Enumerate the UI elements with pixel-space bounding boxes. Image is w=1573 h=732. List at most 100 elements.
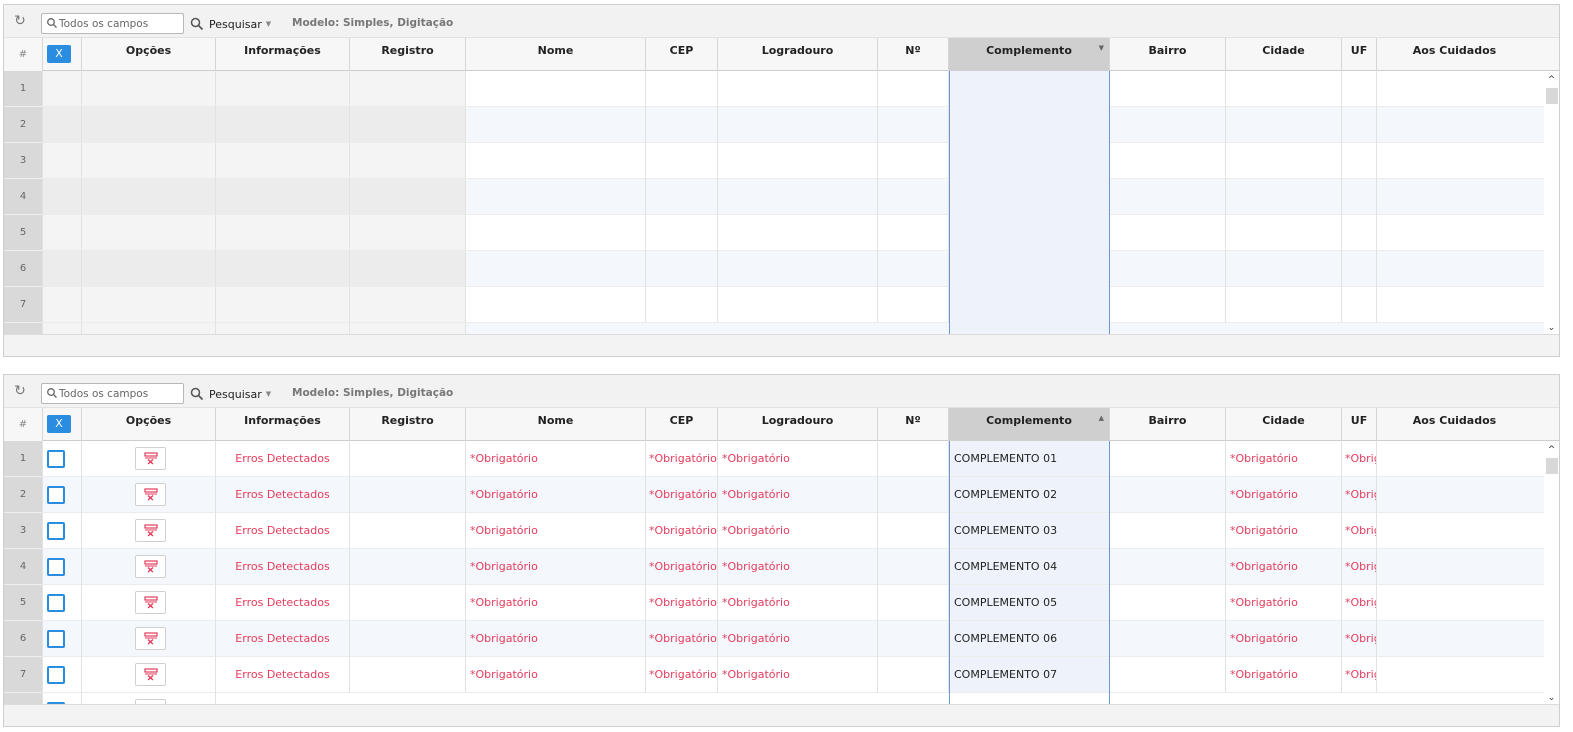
vertical-scrollbar[interactable]: ^ ⌄	[1544, 71, 1559, 337]
cell-registro[interactable]	[350, 287, 466, 323]
cell-cuidados[interactable]	[1377, 179, 1546, 215]
cell-cuidados[interactable]	[1377, 287, 1546, 323]
cell-logradouro[interactable]: *Obrigatório	[718, 441, 878, 477]
cell-registro[interactable]	[350, 179, 466, 215]
cell-cuidados[interactable]	[1377, 107, 1546, 143]
cell-info[interactable]: Erros Detectados	[216, 549, 350, 585]
cell-complemento[interactable]: COMPLEMENTO 03	[949, 513, 1110, 549]
delete-row-button[interactable]	[135, 447, 166, 470]
cell-numero[interactable]	[878, 143, 949, 179]
cell-cidade[interactable]	[1226, 215, 1342, 251]
column-header-registro[interactable]: Registro	[350, 408, 466, 441]
cell-info[interactable]	[216, 179, 350, 215]
cell-info[interactable]	[216, 251, 350, 287]
cell-bairro[interactable]	[1110, 477, 1226, 513]
cell-info[interactable]: Erros Detectados	[216, 513, 350, 549]
cell-bairro[interactable]	[1110, 251, 1226, 287]
search-button[interactable]: Pesquisar ▼	[190, 385, 271, 403]
row-checkbox[interactable]	[47, 594, 65, 612]
cell-info[interactable]	[216, 287, 350, 323]
cell-nome[interactable]	[466, 287, 646, 323]
cell-logradouro[interactable]	[718, 251, 878, 287]
cell-cep[interactable]	[646, 251, 718, 287]
cell-cidade[interactable]	[1226, 71, 1342, 107]
cell-cep[interactable]: *Obrigatório	[646, 477, 718, 513]
cell-cuidados[interactable]	[1377, 251, 1546, 287]
cell-nome[interactable]: *Obrigatório	[466, 477, 646, 513]
cell-numero[interactable]	[878, 287, 949, 323]
cell-info[interactable]: Erros Detectados	[216, 477, 350, 513]
cell-cuidados[interactable]	[1377, 477, 1546, 513]
cell-info[interactable]	[216, 143, 350, 179]
cell-bairro[interactable]	[1110, 179, 1226, 215]
column-header-aos-cuidados[interactable]: Aos Cuidados	[1377, 38, 1532, 71]
column-header-uf[interactable]: UF	[1342, 408, 1377, 441]
cell-logradouro[interactable]	[718, 143, 878, 179]
cell-nome[interactable]	[466, 215, 646, 251]
row-checkbox[interactable]	[47, 486, 65, 504]
cell-nome[interactable]: *Obrigatório	[466, 441, 646, 477]
column-header-logradouro[interactable]: Logradouro	[718, 38, 878, 71]
column-header-bairro[interactable]: Bairro	[1110, 38, 1226, 71]
cell-uf[interactable]	[1342, 215, 1377, 251]
cell-uf[interactable]	[1342, 143, 1377, 179]
cell-numero[interactable]	[878, 513, 949, 549]
sort-descending-icon[interactable]: ▼	[1099, 44, 1104, 52]
cell-cidade[interactable]	[1226, 143, 1342, 179]
column-header-informacoes[interactable]: Informações	[216, 408, 350, 441]
cell-cuidados[interactable]	[1377, 215, 1546, 251]
sort-ascending-icon[interactable]: ▲	[1099, 414, 1104, 422]
caret-down-icon[interactable]: ▼	[266, 20, 271, 28]
column-header-complemento[interactable]: Complemento ▲	[949, 408, 1110, 441]
cell-registro[interactable]	[350, 441, 466, 477]
scrollbar-thumb[interactable]	[1546, 88, 1558, 104]
cell-info[interactable]: Erros Detectados	[216, 657, 350, 693]
cell-cidade[interactable]: *Obrigatório	[1226, 621, 1342, 657]
cell-complemento[interactable]: COMPLEMENTO 02	[949, 477, 1110, 513]
clear-selection-button[interactable]: X	[47, 45, 71, 63]
delete-row-button[interactable]	[135, 591, 166, 614]
cell-numero[interactable]	[878, 657, 949, 693]
cell-bairro[interactable]	[1110, 657, 1226, 693]
cell-cuidados[interactable]	[1377, 621, 1546, 657]
cell-uf[interactable]: *Obrigatório	[1342, 549, 1377, 585]
column-header-cep[interactable]: CEP	[646, 38, 718, 71]
cell-uf[interactable]	[1342, 107, 1377, 143]
cell-complemento[interactable]: COMPLEMENTO 07	[949, 657, 1110, 693]
cell-uf[interactable]	[1342, 179, 1377, 215]
cell-numero[interactable]	[878, 179, 949, 215]
cell-nome[interactable]: *Obrigatório	[466, 657, 646, 693]
cell-logradouro[interactable]: *Obrigatório	[718, 657, 878, 693]
cell-logradouro[interactable]: *Obrigatório	[718, 477, 878, 513]
cell-nome[interactable]: *Obrigatório	[466, 549, 646, 585]
cell-info[interactable]	[216, 215, 350, 251]
cell-uf[interactable]	[1342, 287, 1377, 323]
column-header-logradouro[interactable]: Logradouro	[718, 408, 878, 441]
cell-info[interactable]: Erros Detectados	[216, 441, 350, 477]
cell-registro[interactable]	[350, 215, 466, 251]
cell-uf[interactable]	[1342, 71, 1377, 107]
search-input[interactable]	[59, 16, 181, 31]
cell-cep[interactable]: *Obrigatório	[646, 513, 718, 549]
delete-row-button[interactable]	[135, 483, 166, 506]
cell-numero[interactable]	[878, 621, 949, 657]
cell-cidade[interactable]: *Obrigatório	[1226, 513, 1342, 549]
cell-cuidados[interactable]	[1377, 513, 1546, 549]
vertical-scrollbar[interactable]: ^ ⌄	[1544, 441, 1559, 707]
cell-logradouro[interactable]: *Obrigatório	[718, 621, 878, 657]
cell-bairro[interactable]	[1110, 549, 1226, 585]
cell-bairro[interactable]	[1110, 513, 1226, 549]
cell-cep[interactable]: *Obrigatório	[646, 657, 718, 693]
cell-cidade[interactable]: *Obrigatório	[1226, 549, 1342, 585]
cell-registro[interactable]	[350, 477, 466, 513]
column-header-opcoes[interactable]: Opções	[82, 38, 216, 71]
cell-cep[interactable]	[646, 107, 718, 143]
column-header-nome[interactable]: Nome	[466, 38, 646, 71]
cell-numero[interactable]	[878, 549, 949, 585]
column-header-uf[interactable]: UF	[1342, 38, 1377, 71]
column-header-numero[interactable]: Nº	[878, 408, 949, 441]
cell-cep[interactable]	[646, 287, 718, 323]
column-header-aos-cuidados[interactable]: Aos Cuidados	[1377, 408, 1532, 441]
cell-nome[interactable]: *Obrigatório	[466, 585, 646, 621]
cell-cuidados[interactable]	[1377, 441, 1546, 477]
